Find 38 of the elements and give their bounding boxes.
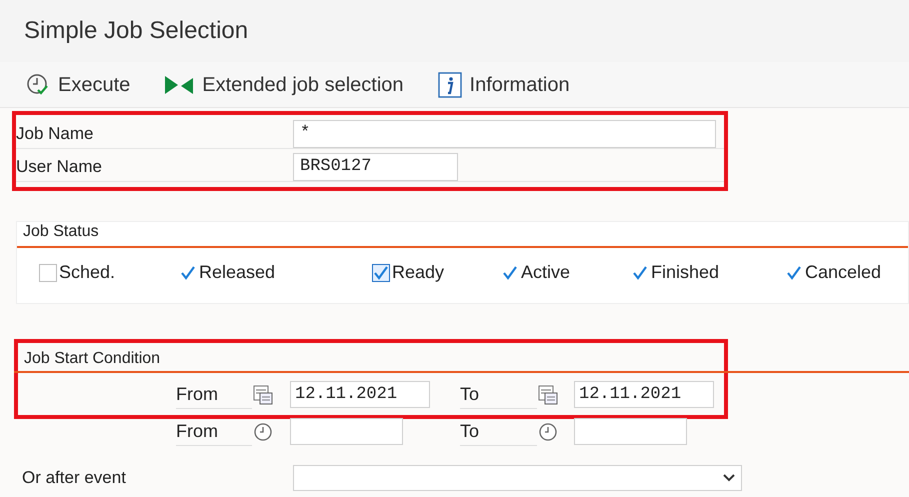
- field-label: User Name: [16, 156, 103, 178]
- field-label: From: [176, 380, 252, 408]
- status-checkbox[interactable]: Active: [501, 259, 570, 286]
- status-checkbox[interactable]: Ready: [372, 259, 444, 286]
- text-field[interactable]: BRS0127: [293, 153, 458, 181]
- info-icon: [438, 72, 462, 98]
- toolbar-button[interactable]: Extended job selection: [164, 70, 404, 100]
- window-title: Simple Job Selection: [24, 16, 248, 46]
- toolbar-button[interactable]: Execute: [26, 70, 130, 100]
- group-title: Job Status: [23, 222, 99, 242]
- clock-icon[interactable]: [252, 420, 274, 442]
- date-field[interactable]: 12.11.2021: [574, 381, 714, 408]
- calendar-icon[interactable]: [537, 384, 559, 406]
- group-title: Job Start Condition: [24, 349, 160, 369]
- text-field[interactable]: *: [293, 120, 716, 148]
- status-checkbox[interactable]: Released: [179, 259, 276, 286]
- checkmark-icon: [786, 264, 802, 280]
- field-label: To: [460, 418, 537, 446]
- field-label: From: [176, 418, 252, 446]
- toolbar-button[interactable]: Information: [438, 70, 570, 100]
- date-field[interactable]: 12.11.2021: [290, 381, 430, 408]
- field-label: Job Name: [16, 123, 94, 146]
- chevron-down-icon: [723, 474, 735, 482]
- field-label: To: [460, 380, 537, 408]
- date-field[interactable]: [574, 418, 687, 445]
- clock-check-icon: [26, 72, 50, 96]
- clock-icon[interactable]: [537, 420, 559, 442]
- checkmark-icon: [632, 264, 648, 280]
- checkmark-icon: [373, 264, 389, 280]
- triangles-icon: [164, 74, 194, 96]
- checkmark-icon: [502, 264, 518, 280]
- status-checkbox[interactable]: Finished: [631, 259, 720, 286]
- date-field[interactable]: [290, 418, 403, 445]
- checkmark-icon: [180, 264, 196, 280]
- field-label: Or after event: [22, 467, 127, 490]
- status-checkbox[interactable]: Canceled: [785, 259, 882, 286]
- calendar-icon[interactable]: [252, 384, 274, 406]
- status-checkbox[interactable]: Sched.: [39, 259, 116, 286]
